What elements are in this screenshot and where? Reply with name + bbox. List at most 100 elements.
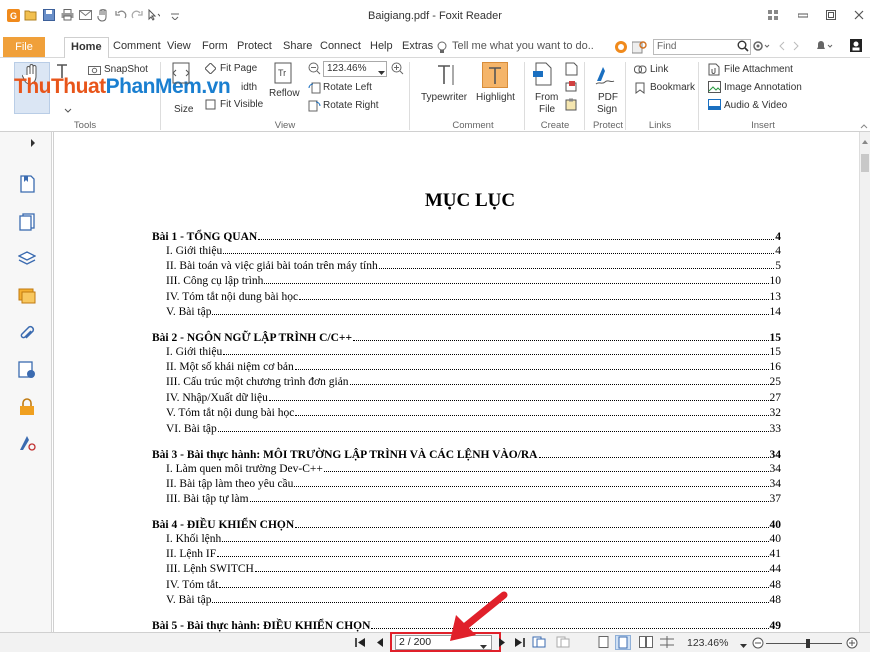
toc-entry[interactable]: Bài 2 - NGÔN NGỮ LẬP TRÌNH C/C++ 15 bbox=[152, 331, 781, 345]
toc-entry[interactable]: V. Bài tập 14 bbox=[166, 305, 781, 319]
toc-entry[interactable]: Bài 1 - TỔNG QUAN 4 bbox=[152, 230, 781, 244]
single-page-view-icon[interactable] bbox=[598, 636, 609, 651]
toc-entry[interactable]: III. Bài tập tự làm 37 bbox=[166, 492, 781, 506]
next-view-icon[interactable] bbox=[556, 636, 570, 651]
file-attachment-button[interactable]: File Attachment bbox=[724, 64, 793, 75]
tab-home[interactable]: Home bbox=[64, 37, 109, 58]
search-options-icon[interactable] bbox=[631, 40, 648, 57]
search-settings-icon[interactable] bbox=[752, 40, 770, 55]
toc-entry[interactable]: IV. Nhập/Xuất dữ liệu 27 bbox=[166, 391, 781, 405]
fit-width-button[interactable]: idth bbox=[241, 82, 257, 93]
attachments-panel-icon[interactable] bbox=[17, 324, 37, 344]
highlight-button[interactable]: Highlight bbox=[476, 92, 515, 103]
minimize-button[interactable] bbox=[792, 6, 814, 24]
snapshot-button[interactable]: SnapShot bbox=[104, 64, 148, 75]
security-panel-icon[interactable] bbox=[17, 397, 37, 417]
select-dropdown-icon[interactable] bbox=[64, 105, 72, 117]
create-blank-icon[interactable] bbox=[565, 62, 578, 79]
fit-visible-button[interactable]: Fit Visible bbox=[220, 99, 263, 110]
close-button[interactable] bbox=[848, 6, 870, 24]
document-title: MỤC LỤC bbox=[424, 190, 516, 211]
zoom-slider-track[interactable] bbox=[766, 643, 842, 644]
scrollbar-thumb[interactable] bbox=[861, 154, 869, 172]
tab-share[interactable]: Share bbox=[283, 40, 312, 52]
toc-entry[interactable]: VI. Bài tập 33 bbox=[166, 422, 781, 436]
toc-entry[interactable]: II. Bài tập làm theo yêu cầu 34 bbox=[166, 477, 781, 491]
image-annotation-button[interactable]: Image Annotation bbox=[724, 82, 802, 93]
navigation-sidebar bbox=[0, 132, 52, 632]
tab-help[interactable]: Help bbox=[370, 40, 393, 52]
toc-entry[interactable]: II. Lệnh IF 41 bbox=[166, 547, 781, 561]
tab-view[interactable]: View bbox=[167, 40, 191, 52]
link-button[interactable]: Link bbox=[650, 64, 668, 75]
facing-view-icon[interactable] bbox=[639, 636, 653, 651]
file-tab[interactable]: File bbox=[3, 37, 45, 57]
reflow-button[interactable]: Reflow bbox=[269, 88, 300, 99]
image-annotation-icon bbox=[708, 81, 721, 96]
toc-entry[interactable]: II. Một số khái niệm cơ bản 16 bbox=[166, 360, 781, 374]
toc-entry[interactable]: I. Giới thiệu 15 bbox=[166, 345, 781, 359]
toc-entry[interactable]: I. Khối lệnh 40 bbox=[166, 532, 781, 546]
toc-entry[interactable]: II. Bài toán và việc giải bài toán trên … bbox=[166, 259, 781, 273]
toc-entry[interactable]: I. Giới thiệu 4 bbox=[166, 244, 781, 258]
fit-page-button[interactable]: Fit Page bbox=[220, 63, 257, 74]
user-icon[interactable] bbox=[850, 39, 862, 55]
feedback-icon[interactable] bbox=[614, 40, 628, 57]
zoom-out-button[interactable] bbox=[752, 637, 764, 652]
toc-entry[interactable]: III. Công cụ lập trình 10 bbox=[166, 274, 781, 288]
pdf-sign-button[interactable]: PDF bbox=[598, 92, 618, 103]
zoom-level[interactable]: 123.46% bbox=[687, 637, 728, 649]
tab-comment[interactable]: Comment bbox=[113, 40, 161, 52]
tab-form[interactable]: Form bbox=[202, 40, 228, 52]
toc-entry[interactable]: III. Cấu trúc một chương trình đơn giản 2… bbox=[166, 375, 781, 389]
zoom-in-icon[interactable] bbox=[391, 62, 404, 78]
toc-entry[interactable]: IV. Tóm tắt nội dung bài học 13 bbox=[166, 290, 781, 304]
continuous-view-icon[interactable] bbox=[615, 635, 631, 650]
comments-panel-icon[interactable] bbox=[17, 286, 37, 306]
zoom-slider-thumb[interactable] bbox=[806, 639, 810, 648]
zoom-dropdown-icon[interactable] bbox=[740, 640, 747, 652]
create-scanner-icon[interactable] bbox=[565, 80, 578, 96]
bookmark-button[interactable]: Bookmark bbox=[650, 82, 695, 93]
previous-result-icon[interactable] bbox=[778, 41, 786, 54]
layout-options-icon[interactable] bbox=[762, 6, 784, 24]
previous-page-icon[interactable] bbox=[377, 638, 384, 650]
actual-size-icon[interactable] bbox=[172, 62, 192, 87]
comment-group-label: Comment bbox=[452, 120, 494, 131]
tell-me-input[interactable]: Tell me what you want to do.. bbox=[452, 40, 594, 52]
maximize-button[interactable] bbox=[820, 6, 842, 24]
search-icon[interactable] bbox=[737, 40, 749, 55]
audio-video-button[interactable]: Audio & Video bbox=[724, 100, 787, 111]
toc-entry[interactable]: III. Lệnh SWITCH 44 bbox=[166, 562, 781, 576]
actual-size-button[interactable]: Size bbox=[174, 104, 193, 115]
content-panel-icon[interactable] bbox=[17, 433, 37, 453]
signatures-panel-icon[interactable] bbox=[17, 360, 37, 380]
next-result-icon[interactable] bbox=[792, 41, 800, 54]
rotate-right-button[interactable]: Rotate Right bbox=[323, 100, 379, 111]
create-clipboard-icon[interactable] bbox=[565, 98, 578, 114]
tab-protect[interactable]: Protect bbox=[237, 40, 272, 52]
tab-extras[interactable]: Extras bbox=[402, 40, 433, 52]
pages-panel-icon[interactable] bbox=[17, 212, 37, 232]
tab-connect[interactable]: Connect bbox=[320, 40, 361, 52]
from-file-button[interactable]: From bbox=[535, 92, 558, 103]
toc-leader-dots bbox=[349, 376, 769, 385]
zoom-in-button[interactable] bbox=[846, 637, 858, 652]
scroll-up-icon[interactable] bbox=[862, 135, 868, 147]
collapse-ribbon-icon[interactable] bbox=[860, 120, 868, 132]
previous-view-icon[interactable] bbox=[532, 636, 546, 651]
typewriter-button[interactable]: Typewriter bbox=[421, 92, 467, 103]
zoom-out-icon[interactable] bbox=[308, 62, 321, 78]
notification-bell-icon[interactable] bbox=[815, 40, 833, 55]
toc-entry[interactable]: Bài 4 - ĐIỀU KHIỂN CHỌN 40 bbox=[152, 518, 781, 532]
first-page-icon[interactable] bbox=[355, 638, 366, 650]
vertical-scrollbar[interactable] bbox=[859, 132, 870, 632]
toc-entry[interactable]: I. Làm quen môi trường Dev-C++ 34 bbox=[166, 462, 781, 476]
layers-panel-icon[interactable] bbox=[17, 248, 37, 268]
toc-entry[interactable]: Bài 3 - Bài thực hành: MÔI TRƯỜNG LẬP TR… bbox=[152, 448, 781, 462]
toc-entry[interactable]: V. Tóm tắt nội dung bài học 32 bbox=[166, 406, 781, 420]
expand-sidebar-icon[interactable] bbox=[30, 138, 36, 150]
rotate-left-button[interactable]: Rotate Left bbox=[323, 82, 372, 93]
continuous-facing-view-icon[interactable] bbox=[660, 636, 674, 651]
bookmarks-panel-icon[interactable] bbox=[17, 174, 37, 194]
